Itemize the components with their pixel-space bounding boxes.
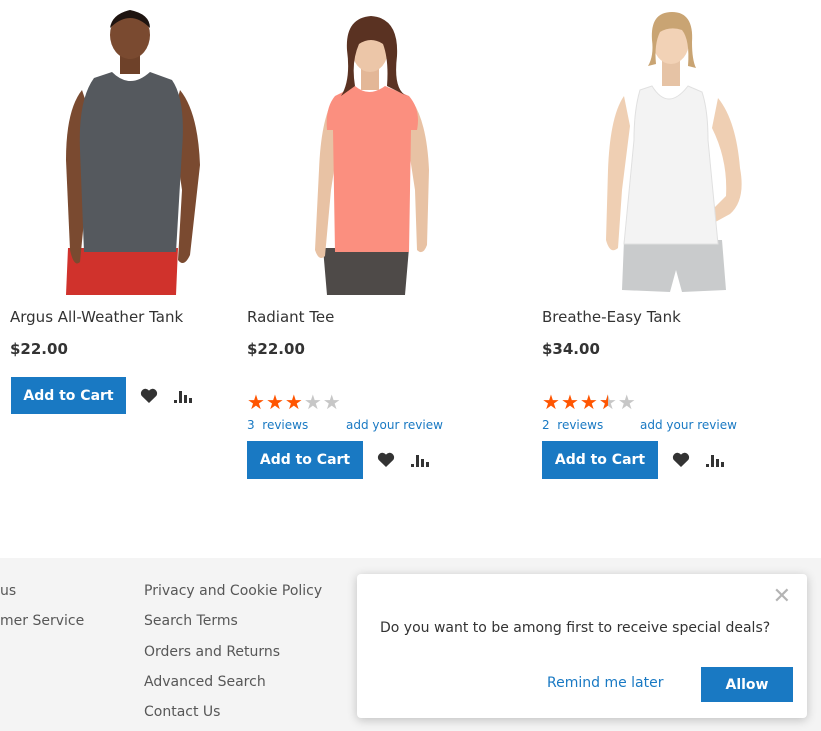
reviews-count: 3 [247,418,255,432]
close-icon[interactable]: ✕ [773,584,791,610]
footer-link[interactable]: us [0,583,16,599]
allow-button[interactable]: Allow [701,667,793,702]
product-name[interactable]: Radiant Tee [247,308,334,326]
star-icon: ★ [284,390,303,414]
star-icon: ★ [303,390,322,414]
footer-link-search-terms[interactable]: Search Terms [144,613,238,629]
notification-popup: ✕ Do you want to be among first to recei… [357,574,807,718]
star-half-icon: ★ [599,392,617,412]
category-page: Argus All-Weather Tank $22.00 Add to Car… [0,0,821,731]
heart-icon[interactable] [375,449,397,471]
star-icon: ★ [247,390,265,414]
product-card: Breathe-Easy Tank $34.00 ★ ★ ★ ★ ★ 2 rev… [532,0,821,490]
reviews-link[interactable]: 3 reviews [247,418,308,432]
footer-link-privacy[interactable]: Privacy and Cookie Policy [144,583,322,599]
star-icon: ★ [560,390,579,414]
star-icon: ★ [542,390,560,414]
remind-later-button[interactable]: Remind me later [547,675,663,691]
footer-link-advanced-search[interactable]: Advanced Search [144,674,266,690]
product-price: $22.00 [247,340,305,358]
product-image[interactable] [237,0,527,300]
product-card: Argus All-Weather Tank $22.00 Add to Car… [0,0,230,420]
product-name[interactable]: Argus All-Weather Tank [10,308,183,326]
reviews-label: reviews [557,418,604,432]
star-icon: ★ [265,390,284,414]
product-actions: Add to Cart [11,377,194,414]
reviews-count: 2 [542,418,550,432]
reviews-link[interactable]: 2 reviews [542,418,603,432]
compare-icon[interactable] [172,385,194,407]
star-icon: ★ [579,390,598,414]
footer-link-contact[interactable]: Contact Us [144,704,220,720]
rating-stars: ★ ★ ★ ★ ★ [542,392,637,412]
product-price: $22.00 [10,340,68,358]
product-image[interactable] [532,0,821,300]
compare-icon[interactable] [704,449,726,471]
footer-link-orders-returns[interactable]: Orders and Returns [144,644,280,660]
product-name[interactable]: Breathe-Easy Tank [542,308,681,326]
add-review-link[interactable]: add your review [640,418,737,432]
star-icon: ★ [617,390,636,414]
product-price: $34.00 [542,340,600,358]
heart-icon[interactable] [138,385,160,407]
add-to-cart-button[interactable]: Add to Cart [247,441,363,479]
product-card: Radiant Tee $22.00 ★ ★ ★ ★ ★ 3 reviews a… [237,0,527,490]
add-to-cart-button[interactable]: Add to Cart [542,441,658,479]
add-to-cart-button[interactable]: Add to Cart [11,377,126,414]
add-review-link[interactable]: add your review [346,418,443,432]
rating-stars: ★ ★ ★ ★ ★ [247,392,342,412]
popup-message: Do you want to be among first to receive… [380,620,771,636]
product-actions: Add to Cart [247,441,431,479]
heart-icon[interactable] [670,449,692,471]
compare-icon[interactable] [409,449,431,471]
product-image[interactable] [0,0,230,300]
product-actions: Add to Cart [542,441,726,479]
star-icon: ★ [322,390,341,414]
footer-link[interactable]: mer Service [0,613,84,629]
reviews-label: reviews [262,418,309,432]
